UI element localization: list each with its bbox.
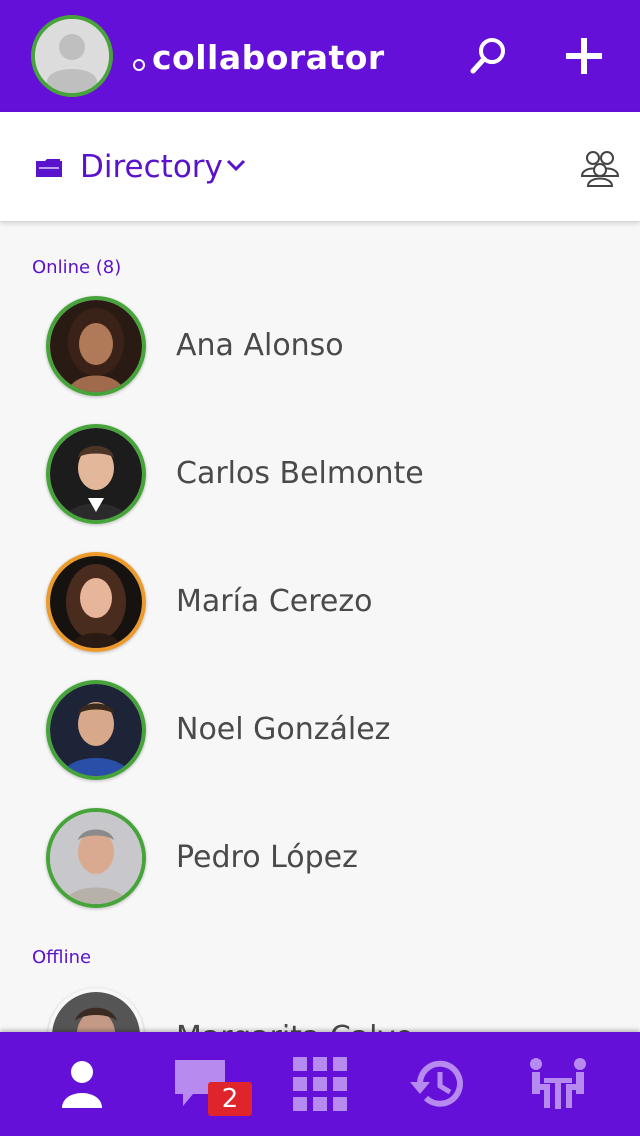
contact-row[interactable]: Ana Alonso [0, 296, 640, 406]
contact-name: Ana Alonso [176, 328, 344, 363]
contact-row[interactable]: Noel González [0, 680, 640, 790]
folder-icon [36, 159, 62, 177]
chevron-down-icon[interactable] [224, 156, 248, 174]
nav-history-button[interactable] [406, 1052, 470, 1116]
search-icon [470, 38, 505, 74]
contact-avatar [46, 552, 146, 652]
contact-avatar [46, 424, 146, 524]
grid-icon [293, 1057, 347, 1111]
user-avatar[interactable] [31, 15, 113, 97]
person-icon [62, 1061, 102, 1108]
directory-title[interactable]: Directory [80, 146, 223, 188]
app-title: collaborator [152, 38, 385, 77]
directory-bar: Directory [0, 112, 640, 222]
person-placeholder-icon [35, 19, 109, 93]
plus-icon [566, 38, 602, 74]
contact-avatar [46, 808, 146, 908]
groups-button[interactable] [578, 146, 622, 190]
meeting-icon [530, 1058, 586, 1109]
nav-meetings-button[interactable] [526, 1052, 590, 1116]
chat-unread-badge: 2 [208, 1082, 252, 1116]
section-header-offline: Offline [32, 947, 92, 968]
contact-name: Noel González [176, 712, 391, 747]
nav-apps-button[interactable] [288, 1052, 352, 1116]
section-header-online: Online (8) [32, 257, 122, 278]
contact-row[interactable]: María Cerezo [0, 552, 640, 662]
contact-row[interactable]: Carlos Belmonte [0, 424, 640, 534]
groups-icon [580, 151, 620, 187]
contact-avatar [46, 680, 146, 780]
contact-avatar [46, 296, 146, 396]
contact-row[interactable]: Pedro López [0, 808, 640, 918]
contact-name: María Cerezo [176, 584, 373, 619]
add-button[interactable] [560, 32, 608, 80]
contact-name: Carlos Belmonte [176, 456, 424, 491]
top-app-bar: collaborator [0, 0, 640, 112]
contact-name: Pedro López [176, 840, 358, 875]
bottom-navigation: 2 [0, 1032, 640, 1136]
nav-contacts-button[interactable] [50, 1052, 114, 1116]
presence-status-dot [133, 59, 145, 71]
search-button[interactable] [464, 32, 512, 80]
history-icon [410, 1060, 463, 1107]
